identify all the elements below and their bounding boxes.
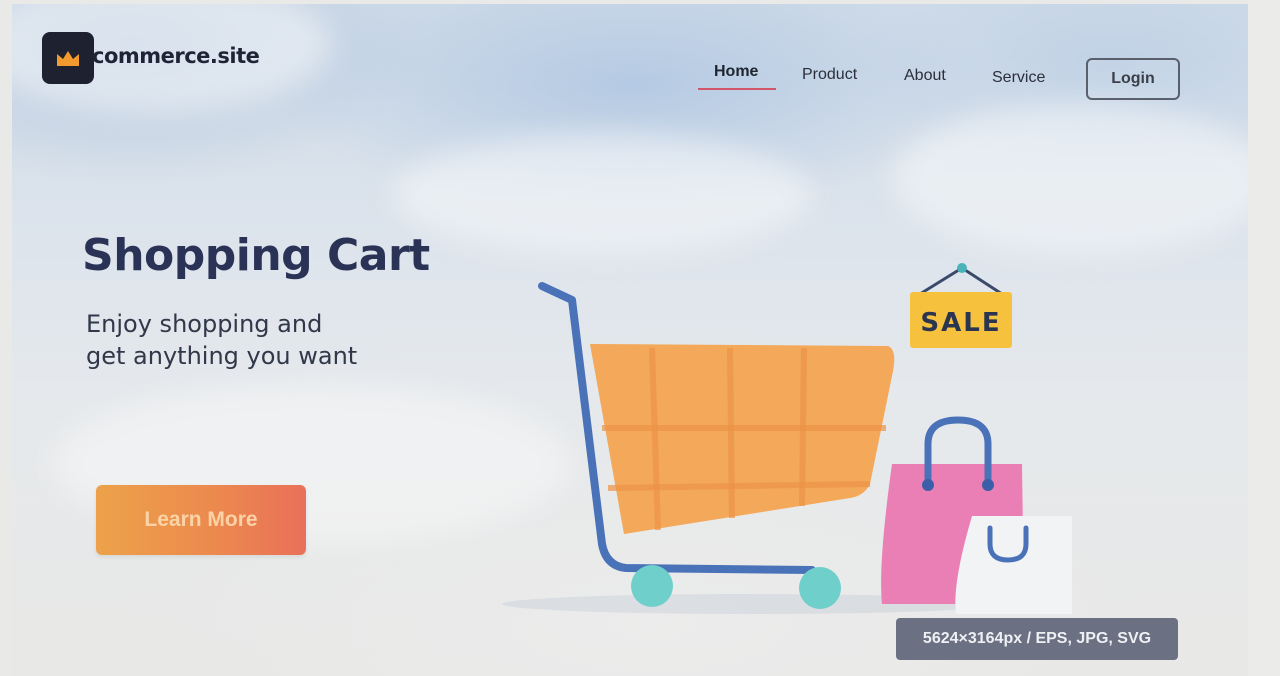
screen-bezel xyxy=(1248,0,1280,676)
image-info-badge: 5624×3164px / EPS, JPG, SVG xyxy=(896,618,1178,660)
shopping-cart-icon xyxy=(538,282,895,609)
shopping-bag-icon xyxy=(881,416,1072,614)
sale-tag-icon: SALE xyxy=(910,263,1012,348)
hero-illustration: SALE xyxy=(502,263,1072,614)
screen: commerce.site Home Product About Service… xyxy=(12,4,1248,676)
sale-label: SALE xyxy=(920,308,1001,338)
